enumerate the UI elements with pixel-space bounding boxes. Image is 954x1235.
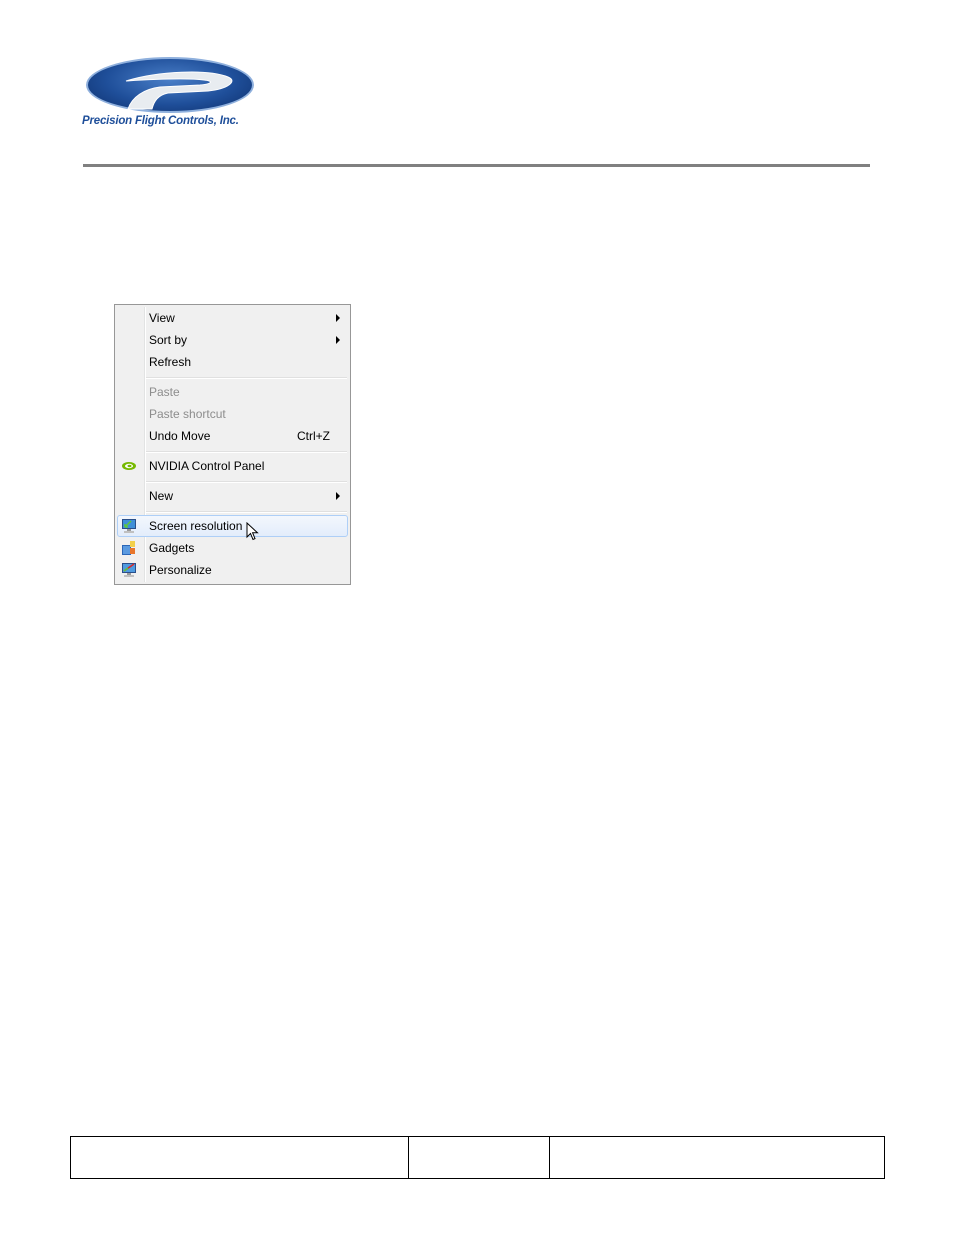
menu-item-label: Undo Move [149,429,211,443]
menu-item-undo-move[interactable]: Undo Move Ctrl+Z [117,425,348,447]
menu-item-label: Sort by [149,333,188,347]
menu-item-nvidia-control-panel[interactable]: NVIDIA Control Panel [117,455,348,477]
menu-item-label: Paste shortcut [149,407,226,421]
menu-item-paste-shortcut[interactable]: Paste shortcut [117,403,348,425]
personalize-icon [121,562,137,578]
menu-item-gadgets[interactable]: Gadgets [117,537,348,559]
footer-cell-middle [408,1136,550,1179]
menu-item-label: View [149,311,175,325]
footer-cell-left [70,1136,409,1179]
menu-item-label: Personalize [149,563,212,577]
gadgets-icon [121,540,137,556]
submenu-arrow-icon [336,336,340,344]
menu-separator [146,511,347,513]
menu-item-screen-resolution[interactable]: Screen resolution [117,515,348,537]
menu-item-label: New [149,489,174,503]
menu-item-label: Gadgets [149,541,195,555]
menu-item-sort-by[interactable]: Sort by [117,329,348,351]
menu-item-personalize[interactable]: Personalize [117,559,348,581]
header-divider [83,164,870,167]
mouse-pointer-icon [246,522,259,541]
menu-item-shortcut: Ctrl+Z [297,429,330,443]
menu-item-label: Paste [149,385,180,399]
menu-item-view[interactable]: View [117,307,348,329]
menu-separator [146,481,347,483]
logo-emblem-icon [86,57,254,113]
menu-separator [146,377,347,379]
menu-item-new[interactable]: New [117,485,348,507]
menu-item-label: Refresh [149,355,192,369]
menu-item-label: NVIDIA Control Panel [149,459,265,473]
menu-item-paste[interactable]: Paste [117,381,348,403]
submenu-arrow-icon [336,492,340,500]
nvidia-icon [121,458,137,474]
desktop-context-menu: View Sort by Refresh Paste Paste shortcu… [114,304,351,585]
menu-separator [146,451,347,453]
menu-item-refresh[interactable]: Refresh [117,351,348,373]
company-logo: Precision Flight Controls, Inc. [82,55,262,135]
footer-table [70,1136,885,1179]
menu-item-label: Screen resolution [149,519,243,533]
footer-table-row [70,1136,885,1179]
footer-cell-right [549,1136,885,1179]
company-name: Precision Flight Controls, Inc. [82,115,239,127]
submenu-arrow-icon [336,314,340,322]
screen-resolution-icon [121,518,137,534]
